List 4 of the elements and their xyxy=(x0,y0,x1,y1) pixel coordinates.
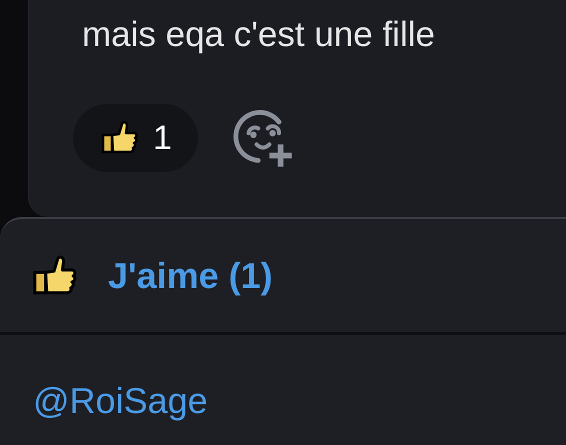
reaction-chip[interactable]: 1 xyxy=(73,104,198,172)
message-text: mais eqa c'est une fille xyxy=(82,17,436,52)
reaction-tab[interactable]: J'aime (1) xyxy=(108,254,273,296)
username-link[interactable]: @RoiSage xyxy=(33,380,208,421)
